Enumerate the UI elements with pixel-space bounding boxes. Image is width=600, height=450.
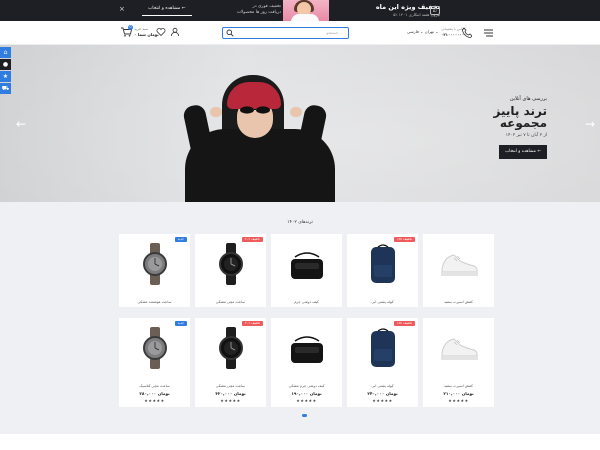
product-price: ۲۱۰,۰۰۰ تومان [443,391,474,396]
phone-icon [462,27,472,38]
watch-grey-icon[interactable] [134,243,176,285]
product-name[interactable]: ساعت مچی مشکی [199,384,262,388]
pagination-dot[interactable] [302,414,307,417]
promo-badge: ۵٪ [430,6,440,15]
rating-stars: ★★★★★ [144,398,165,403]
product-card[interactable]: ۱۵٪ تخفیف کوله پشتی آبی [347,234,418,307]
bag-icon[interactable] [286,243,328,285]
product-name[interactable]: کوله پشتی آبی [351,300,414,304]
hero-title-line2: مجموعه [499,116,547,130]
hero-date: از ۲ آبان تا ۷ تیر ۱۴۰۲ [505,133,547,138]
product-name[interactable]: کفش اسپرت سفید [427,300,490,304]
slider-next-arrow-icon[interactable]: → [585,117,595,131]
product-card[interactable]: جدید ساعت مچی کلاسیک ۲۸۰,۰۰۰ تومان ★★★★★ [119,318,190,407]
rating-stars: ★★★★★ [220,398,241,403]
product-name[interactable]: کیف دوشی چرم مشکی [275,384,338,388]
discount-badge: ۱۵٪ تخفیف [394,237,415,242]
promo-cta-button[interactable]: مشاهده و انتخاب ← [142,5,192,16]
rating-stars: ★★★★★ [448,398,469,403]
heart-icon[interactable] [156,27,166,37]
rating-stars: ★★★★★ [372,398,393,403]
watch-black-icon[interactable] [210,243,252,285]
product-card[interactable]: کفش اسپرت سفید ۲۱۰,۰۰۰ تومان ★★★★★ [423,318,494,407]
product-name[interactable]: کفش اسپرت سفید [427,384,490,388]
product-card[interactable]: ۱۵٪ تخفیف کوله پشتی آبی ۲۴۰,۰۰۰ تومان ★★★★★ [347,318,418,407]
product-card[interactable]: ۲۰٪ تخفیف ساعت مچی مشکی ۳۲۰,۰۰۰ تومان ★★★★★ [195,318,266,407]
home-icon[interactable]: ⌂ [0,47,11,58]
discount-badge: جدید [174,321,187,326]
watch-black-icon[interactable] [210,327,252,369]
search-input[interactable]: جستجو... [326,30,342,35]
star-icon[interactable]: ★ [0,71,11,82]
search-icon[interactable] [226,29,234,37]
bag-icon[interactable] [286,327,328,369]
discount-badge: ۲۰٪ تخفیف [242,321,263,326]
product-price: ۲۸۰,۰۰۰ تومان [139,391,170,396]
product-name[interactable]: ساعت هوشمند مشکی [123,300,186,304]
discount-badge: جدید [174,237,187,242]
city-language-select[interactable]: تهران ⌄ فارسی ⌄ [407,29,438,34]
promo-bar: × مشاهده و انتخاب ← تخفیف فوری در دریافت… [0,0,600,21]
hero-model-image [185,129,335,202]
site-header: 0 سبد خرید ۰ تومان شما جستجو... تهران ⌄ … [0,21,600,45]
product-card[interactable]: ۲۰٪ تخفیف ساعت مچی مشکی [195,234,266,307]
hero-banner: ← → بررسی های آنلاین ترند پاییز مجموعه ا… [0,45,600,202]
product-name[interactable]: کوله پشتی آبی [351,384,414,388]
side-toolbar: ⌂ ● ★ ⛟ [0,47,11,95]
product-price: ۳۲۰,۰۰۰ تومان [215,391,246,396]
product-card[interactable]: کفش اسپرت سفید [423,234,494,307]
sneaker-icon[interactable] [438,327,480,369]
backpack-icon[interactable] [362,243,404,285]
promo-subtext: تخفیف فوری در دریافت روز ها محصولات [236,4,281,15]
product-card[interactable]: کیف دوشی چرم مشکی ۱۹۰,۰۰۰ تومان ★★★★★ [271,318,342,407]
watch-grey-icon[interactable] [134,327,176,369]
search-box[interactable]: جستجو... [222,27,349,39]
hero-kicker: بررسی های آنلاین [509,96,547,102]
user-icon[interactable] [170,27,180,37]
product-price: ۲۴۰,۰۰۰ تومان [367,391,398,396]
cart-side-icon[interactable]: ⛟ [0,83,11,94]
discount-badge: ۱۵٪ تخفیف [394,321,415,326]
rating-stars: ★★★★★ [296,398,317,403]
backpack-icon[interactable] [362,327,404,369]
product-name[interactable]: کیف دوشی چرم [275,300,338,304]
hamburger-menu-icon[interactable] [484,29,493,37]
promo-model-image [283,0,329,21]
close-icon[interactable]: × [119,5,125,13]
cart-count-badge: 0 [128,25,133,30]
product-price: ۱۹۰,۰۰۰ تومان [291,391,322,396]
product-card[interactable]: کیف دوشی چرم [271,234,342,307]
info-icon[interactable]: ● [0,59,11,70]
section-title: ترندهای ۱۴۰۲ [287,220,313,225]
sneaker-icon[interactable] [438,243,480,285]
slider-prev-arrow-icon[interactable]: ← [16,117,26,131]
hero-cta-button[interactable]: مشاهده و انتخاب ← [499,145,547,159]
product-card[interactable]: جدید ساعت هوشمند مشکی [119,234,190,307]
discount-badge: ۲۰٪ تخفیف [242,237,263,242]
footer-area [0,434,600,450]
product-name[interactable]: ساعت مچی کلاسیک [123,384,186,388]
product-name[interactable]: ساعت مچی مشکی [199,300,262,304]
